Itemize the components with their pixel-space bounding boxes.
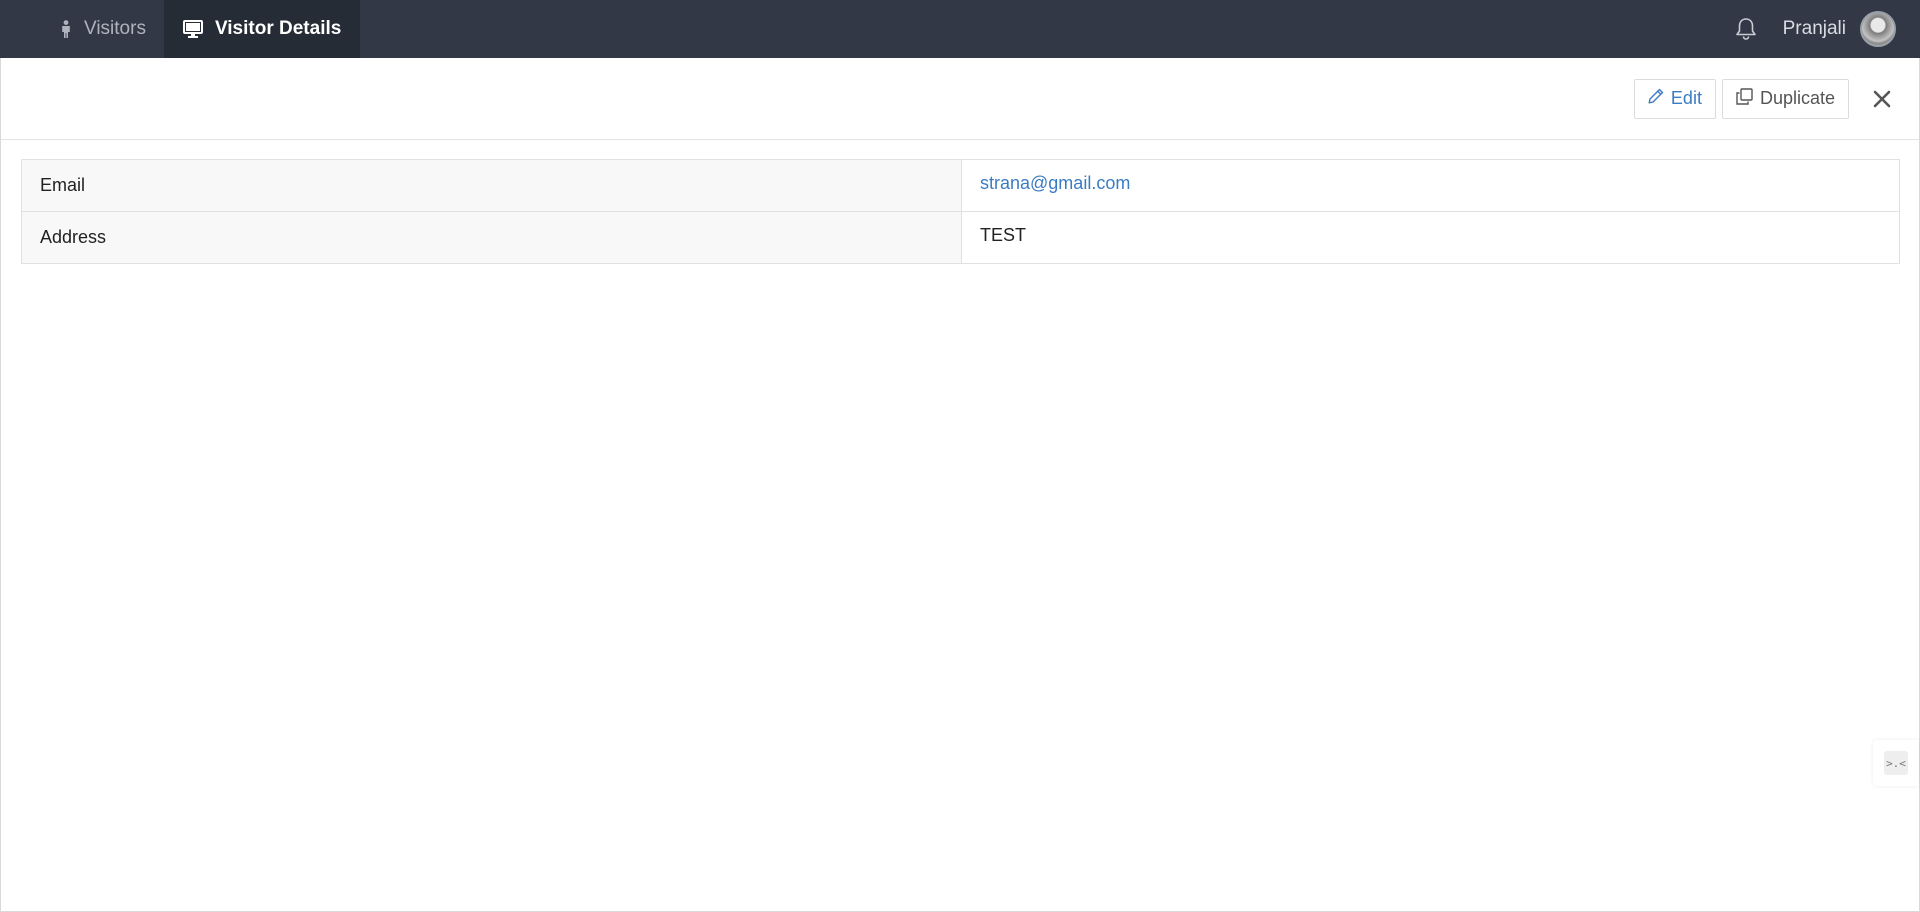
user-area: Pranjali: [1735, 0, 1920, 58]
duplicate-button-label: Duplicate: [1759, 88, 1835, 108]
tab-visitors-label: Visitors: [84, 18, 146, 39]
action-bar: Edit Duplicate: [1, 58, 1919, 140]
email-link[interactable]: strana@gmail.com: [980, 173, 1130, 193]
top-navigation-bar: Visitors Visitor Details Pranjali: [0, 0, 1920, 58]
edit-button[interactable]: Edit: [1633, 78, 1716, 119]
visitor-details-panel: Edit Duplicate Email strana@gmail.com Ad…: [0, 58, 1920, 912]
duplicate-button[interactable]: Duplicate: [1721, 78, 1849, 119]
monitor-icon: [182, 20, 203, 38]
pencil-icon: [1648, 88, 1664, 109]
tab-visitor-details-label: Visitor Details: [214, 18, 342, 39]
user-name[interactable]: Pranjali: [1783, 18, 1846, 40]
email-label: Email: [21, 159, 962, 212]
address-label: Address: [21, 211, 962, 264]
close-icon[interactable]: [1869, 86, 1895, 112]
avatar[interactable]: [1860, 11, 1896, 47]
edit-button-label: Edit: [1670, 88, 1702, 108]
tab-visitors[interactable]: Visitors: [42, 0, 164, 58]
person-icon: [60, 20, 72, 38]
email-value-cell: strana@gmail.com: [961, 159, 1900, 212]
copy-icon: [1736, 87, 1753, 110]
tab-visitor-details[interactable]: Visitor Details: [163, 0, 361, 58]
side-widget-button[interactable]: >.<: [1873, 740, 1919, 786]
bell-icon[interactable]: [1735, 17, 1757, 41]
table-row: Address TEST: [21, 211, 1900, 264]
table-row: Email strana@gmail.com: [21, 159, 1900, 212]
side-widget-glyph: >.<: [1884, 751, 1908, 775]
address-value: TEST: [961, 211, 1900, 264]
details-table: Email strana@gmail.com Address TEST: [21, 159, 1900, 264]
